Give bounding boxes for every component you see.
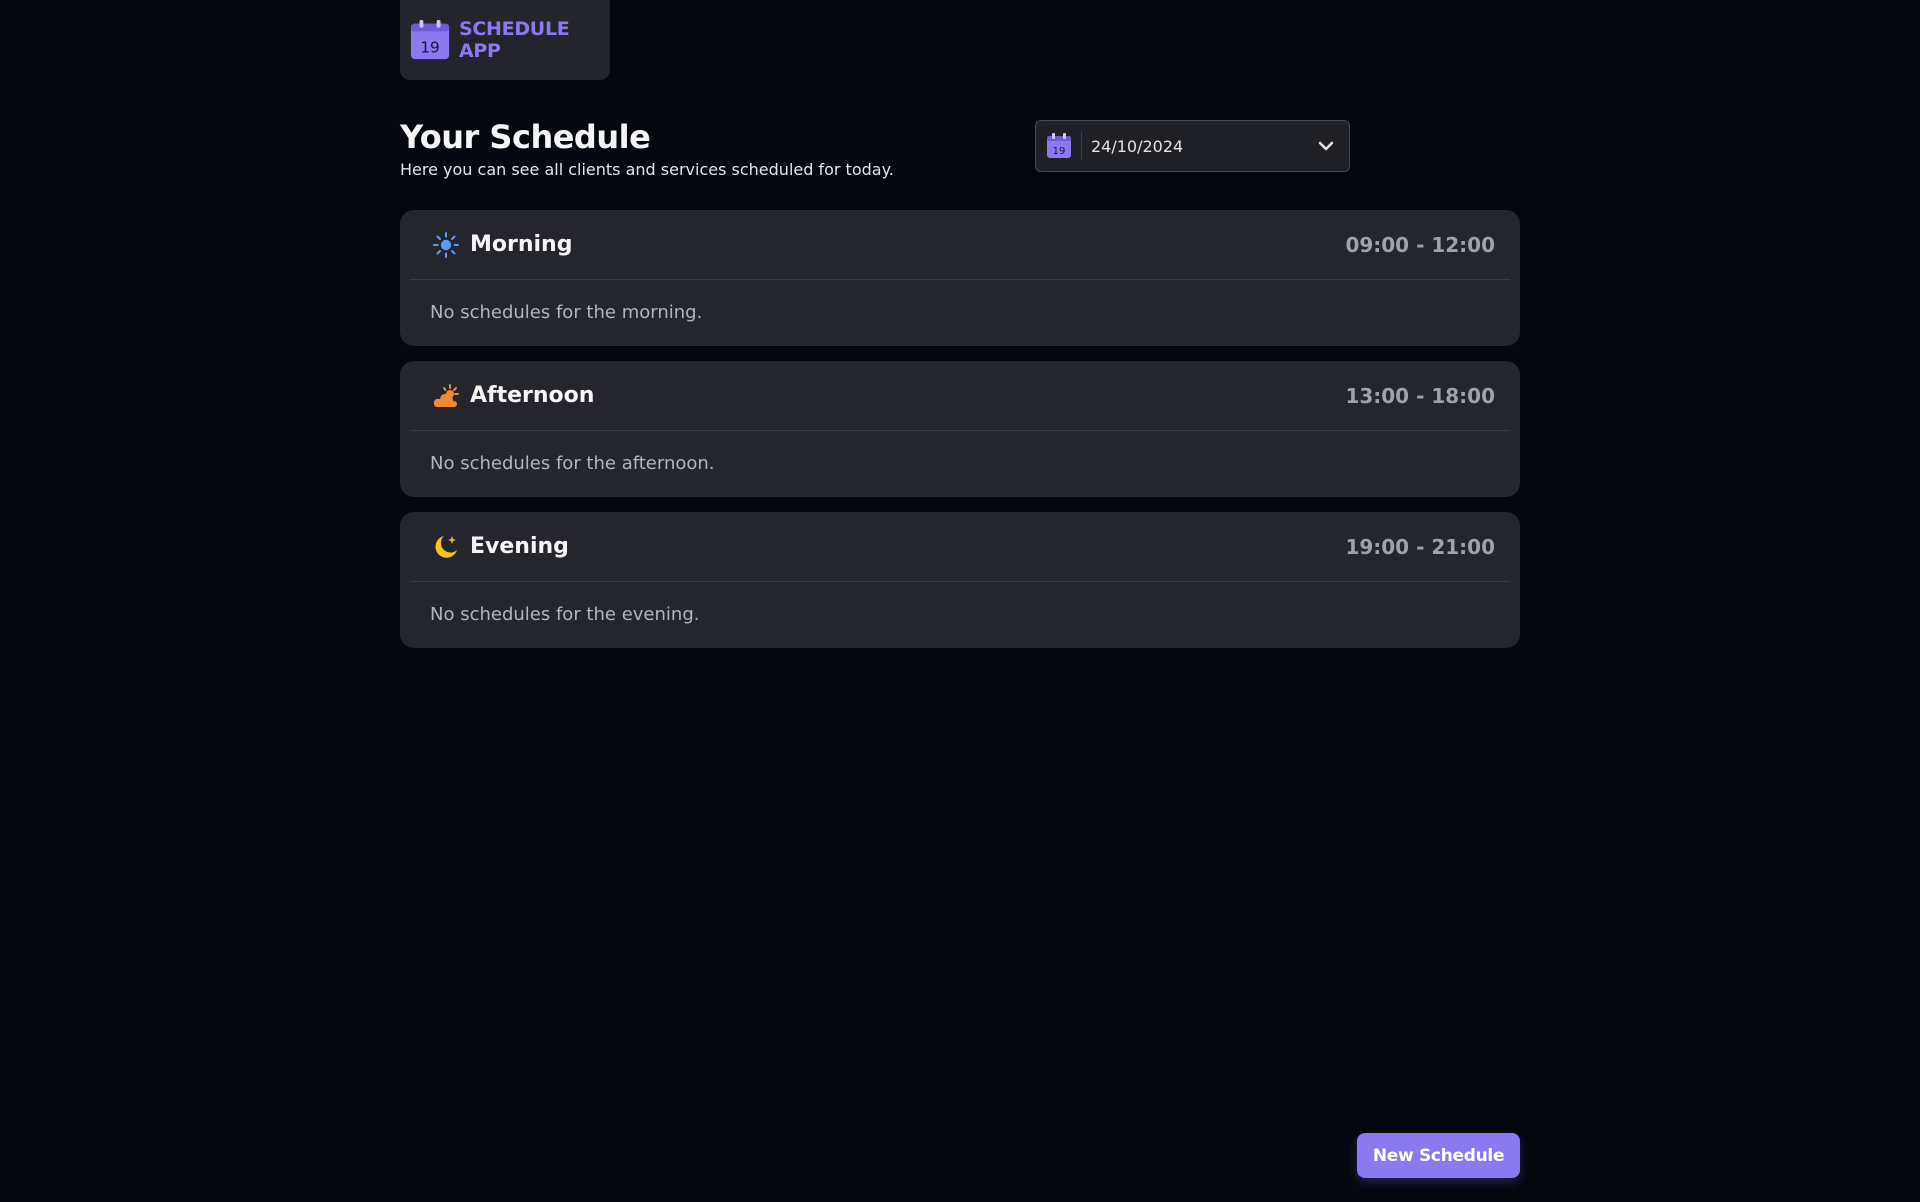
moon-stars-icon (435, 535, 457, 558)
page-title: Your Schedule (400, 118, 651, 156)
app-page: 19 SCHEDULE APP Your Schedule Here you c… (0, 0, 1920, 1202)
app-logo[interactable]: 19 SCHEDULE APP (400, 0, 610, 80)
sun-icon (433, 231, 459, 258)
date-picker-divider (1081, 132, 1082, 160)
period-card-afternoon: Afternoon 13:00 - 18:00 No schedules for… (400, 361, 1520, 497)
period-header: Evening 19:00 - 21:00 (410, 512, 1510, 582)
period-time: 13:00 - 18:00 (1345, 383, 1495, 408)
date-value[interactable]: 24/10/2024 (1091, 137, 1317, 156)
date-picker[interactable]: 19 24/10/2024 (1035, 120, 1350, 172)
page-subtitle: Here you can see all clients and service… (400, 160, 894, 179)
empty-message: No schedules for the afternoon. (430, 453, 715, 474)
period-header: Afternoon 13:00 - 18:00 (410, 361, 1510, 431)
chevron-down-icon[interactable] (1317, 137, 1335, 155)
calendar-icon-day: 19 (1053, 146, 1066, 157)
calendar-icon-day: 19 (420, 38, 439, 56)
app-name: SCHEDULE APP (459, 18, 570, 62)
empty-message: No schedules for the morning. (430, 302, 703, 323)
period-time: 09:00 - 12:00 (1345, 232, 1495, 257)
period-card-evening: Evening 19:00 - 21:00 No schedules for t… (400, 512, 1520, 648)
period-title: Morning (470, 232, 573, 257)
new-schedule-button[interactable]: New Schedule (1357, 1133, 1520, 1178)
period-time: 19:00 - 21:00 (1345, 534, 1495, 559)
empty-message: No schedules for the evening. (430, 604, 700, 625)
period-card-morning: Morning 09:00 - 12:00 No schedules for t… (400, 210, 1520, 346)
cloud-sun-icon (433, 383, 459, 407)
period-title: Afternoon (470, 383, 595, 408)
period-header: Morning 09:00 - 12:00 (410, 210, 1510, 280)
calendar-icon: 19 (1047, 133, 1071, 158)
calendar-icon: 19 (410, 19, 450, 60)
period-title: Evening (470, 534, 569, 559)
